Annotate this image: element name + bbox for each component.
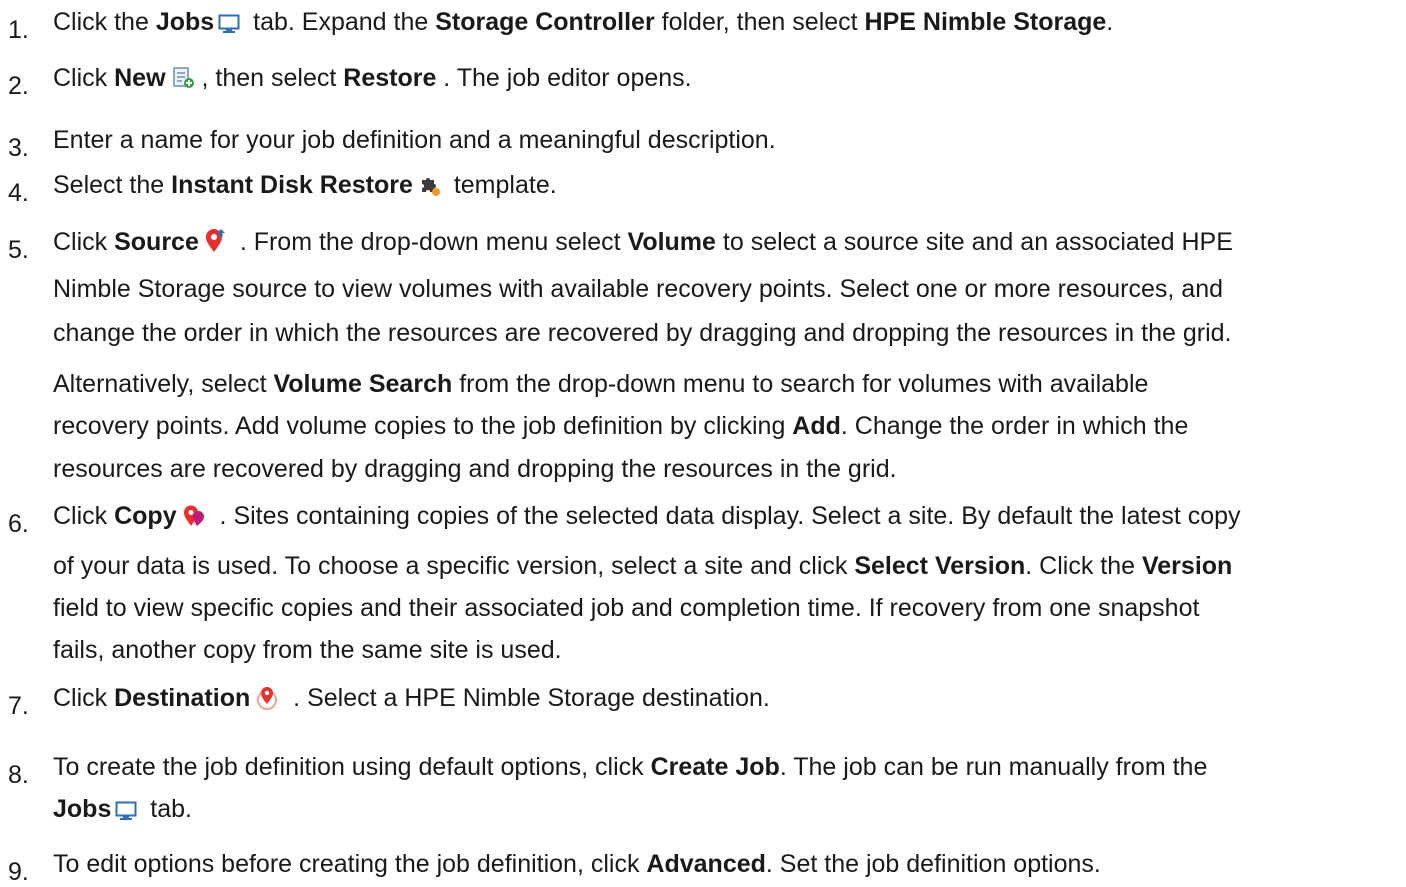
- step-text: Click: [53, 684, 115, 712]
- step-number: 7.: [8, 692, 29, 720]
- step-text: . Click the: [1025, 552, 1142, 580]
- step-text: . From the drop-down menu select: [232, 228, 628, 256]
- bold-term: Destination: [114, 684, 251, 712]
- step-text: recovery points. Add volume copies to th…: [53, 412, 793, 440]
- step-text: . The job can be run manually from the: [779, 753, 1208, 781]
- bold-term: Jobs: [155, 8, 215, 36]
- step-number: 9.: [8, 858, 29, 886]
- bold-term: New: [114, 64, 166, 92]
- step-text-line: Enter a name for your job definition and…: [53, 125, 776, 155]
- bold-term: HPE Nimble Storage: [864, 8, 1107, 36]
- destination-pin-icon: [254, 684, 280, 717]
- step-number: 3.: [8, 134, 29, 162]
- step-text: Click: [53, 502, 115, 530]
- step-text: change the order in which the resources …: [53, 319, 1232, 347]
- step-text: . The job editor opens.: [436, 64, 692, 92]
- step-text-line: Click New , then select Restore . The job…: [53, 63, 692, 97]
- step-text-line: resources are recovered by dragging and …: [53, 454, 897, 484]
- step-text-line: fails, another copy from the same site i…: [53, 635, 562, 665]
- step-number: 4.: [8, 179, 29, 207]
- step-number: 8.: [8, 761, 29, 789]
- step-text: tab. Expand the: [246, 8, 436, 36]
- step-text-line: Jobs tab.: [53, 794, 192, 828]
- step-text: To create the job definition using defau…: [53, 753, 651, 781]
- step-number: 2.: [8, 72, 29, 100]
- bold-term: Version: [1141, 552, 1233, 580]
- step-text: Alternatively, select: [53, 370, 274, 398]
- step-text: resources are recovered by dragging and …: [53, 455, 897, 483]
- bold-term: Volume: [627, 228, 716, 256]
- step-text: fails, another copy from the same site i…: [53, 636, 562, 664]
- step-text: , then select: [201, 64, 344, 92]
- bold-term: Restore: [343, 64, 437, 92]
- step-text: . Select a HPE Nimble Storage destinatio…: [286, 684, 770, 712]
- step-text: .: [1106, 8, 1114, 36]
- step-number: 5.: [8, 236, 29, 264]
- bold-term: Copy: [114, 502, 177, 530]
- step-text-line: field to view specific copies and their …: [53, 593, 1199, 623]
- step-text-line: Click Source . From the drop-down menu s…: [53, 227, 1233, 261]
- step-text: tab.: [143, 795, 193, 823]
- step-text: template.: [446, 171, 557, 199]
- step-text-line: Click Destination . Select a HPE Nimble …: [53, 683, 770, 717]
- step-text: to select a source site and an associate…: [715, 228, 1233, 256]
- bold-term: Instant Disk Restore: [171, 171, 413, 199]
- step-text-line: recovery points. Add volume copies to th…: [53, 411, 1188, 441]
- step-text-line: To edit options before creating the job …: [53, 849, 1101, 879]
- bold-term: Advanced: [646, 850, 766, 878]
- source-pin-icon: [203, 228, 227, 261]
- step-text: Click: [53, 64, 115, 92]
- bold-term: Volume Search: [273, 370, 453, 398]
- bold-term: Storage Controller: [435, 8, 655, 36]
- step-text: . Sites containing copies of the selecte…: [212, 502, 1241, 530]
- template-puzzle-icon: [417, 174, 441, 204]
- copy-pin-icon: [181, 504, 207, 535]
- step-text-line: Click the Jobs tab. Expand the Storage C…: [53, 7, 1113, 41]
- monitor-icon: [115, 798, 137, 828]
- step-text: from the drop-down menu to search for vo…: [452, 370, 1149, 398]
- step-number: 6.: [8, 510, 29, 538]
- step-text: Click the: [53, 8, 156, 36]
- step-text-line: To create the job definition using defau…: [53, 752, 1207, 782]
- bold-term: Jobs: [53, 795, 112, 823]
- step-text: field to view specific copies and their …: [53, 594, 1200, 622]
- step-text-line: Nimble Storage source to view volumes wi…: [53, 274, 1223, 304]
- new-job-icon: [170, 66, 196, 97]
- bold-term: Create Job: [650, 753, 780, 781]
- bold-term: Select Version: [854, 552, 1026, 580]
- step-number: 1.: [8, 16, 29, 44]
- step-text-line: Select the Instant Disk Restore template…: [53, 170, 557, 204]
- step-text: Click: [53, 228, 115, 256]
- step-text-line: of your data is used. To choose a specif…: [53, 551, 1232, 581]
- step-text-line: Alternatively, select Volume Search from…: [53, 369, 1148, 399]
- step-text: Enter a name for your job definition and…: [53, 126, 776, 154]
- bold-term: Add: [792, 412, 841, 440]
- monitor-icon: [218, 11, 240, 41]
- step-text-line: Click Copy . Sites containing copies of …: [53, 501, 1241, 535]
- step-text-line: change the order in which the resources …: [53, 318, 1232, 348]
- step-text: of your data is used. To choose a specif…: [53, 552, 855, 580]
- step-text: Nimble Storage source to view volumes wi…: [53, 275, 1223, 303]
- step-text: Select the: [53, 171, 172, 199]
- step-text: To edit options before creating the job …: [53, 850, 647, 878]
- step-text: folder, then select: [654, 8, 865, 36]
- step-text: . Set the job definition options.: [765, 850, 1101, 878]
- bold-term: Source: [114, 228, 199, 256]
- step-text: . Change the order in which the: [840, 412, 1189, 440]
